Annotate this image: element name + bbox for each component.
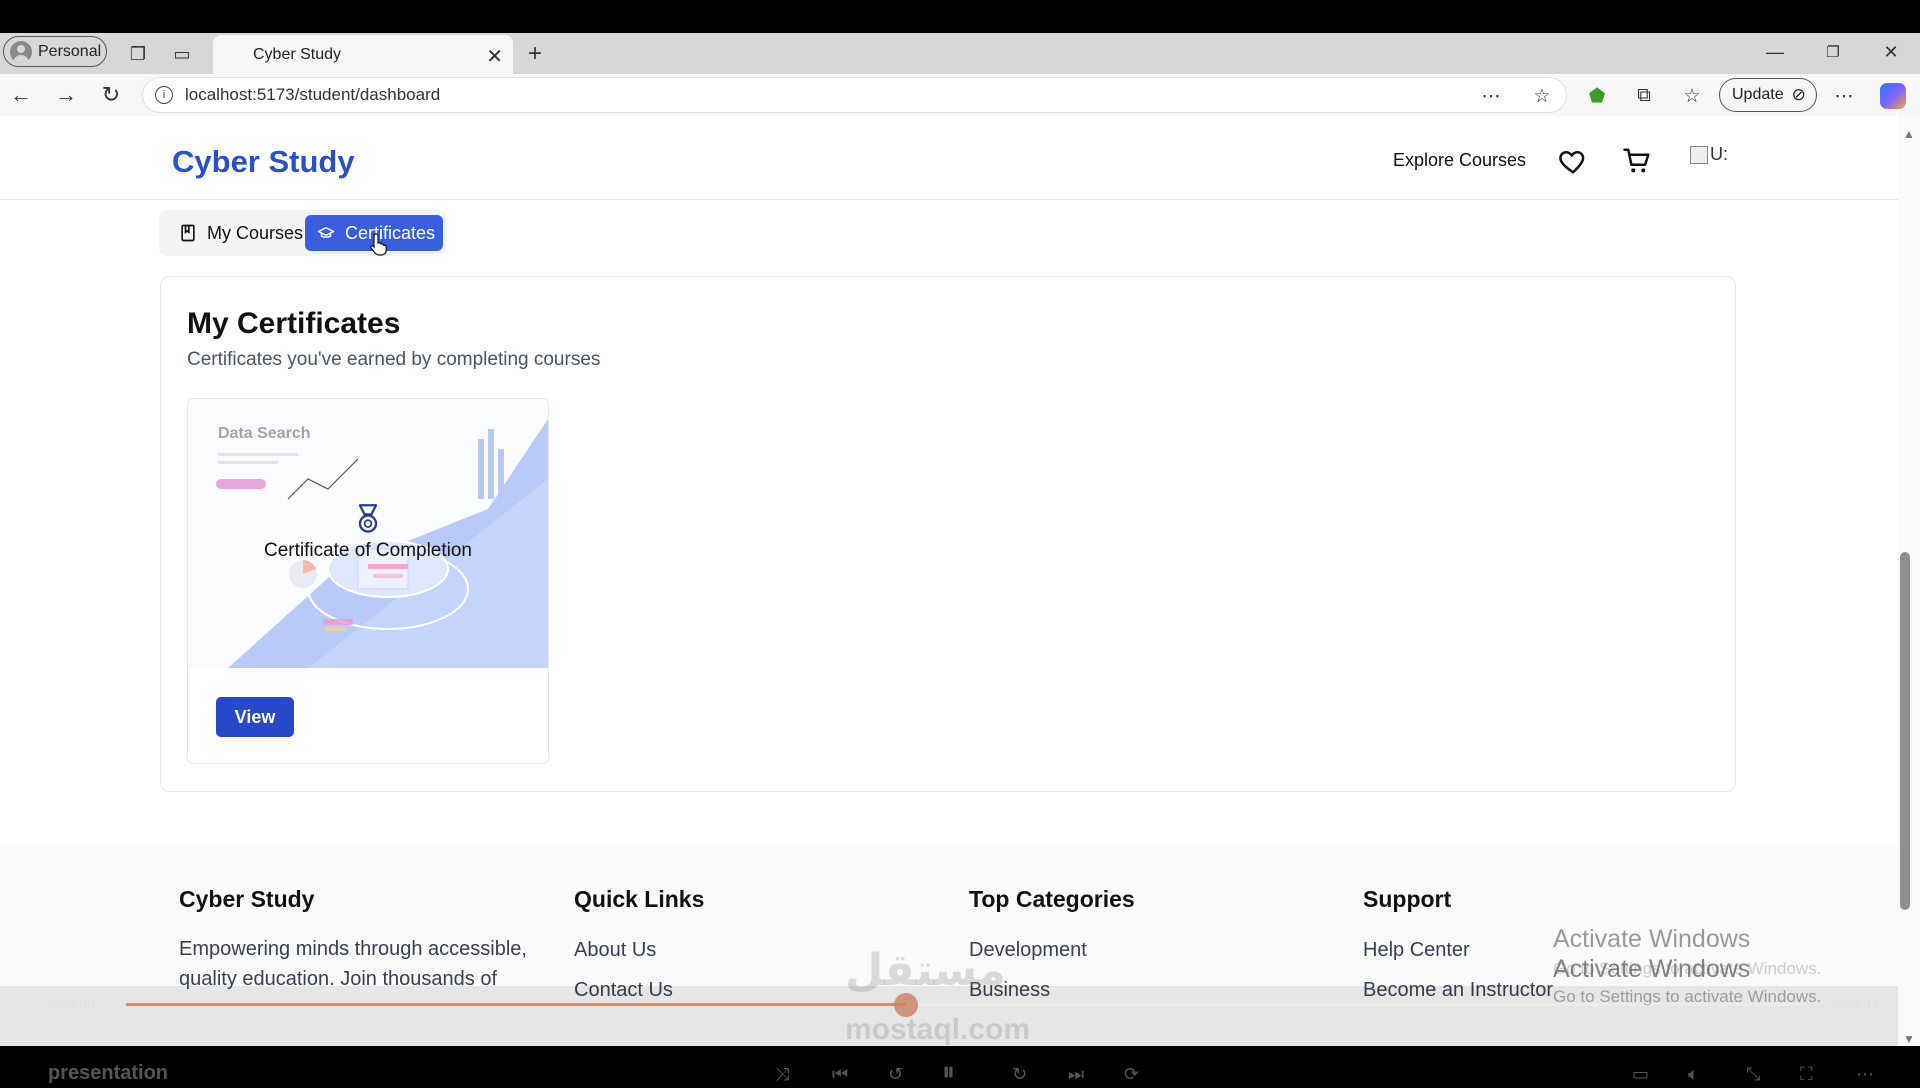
fullscreen-icon[interactable]: ⛶	[1800, 1064, 1813, 1085]
profile-button[interactable]: Personal	[3, 36, 107, 67]
restore-icon[interactable]: ❐	[1813, 37, 1853, 67]
footer-link-about-us[interactable]: About Us	[574, 939, 656, 962]
extension-shield-icon[interactable]: ⬟	[1583, 82, 1611, 110]
graduation-cap-icon	[317, 227, 335, 238]
page-viewport: Cyber Study Explore Courses U: My Course…	[0, 116, 1898, 1046]
site-header: Cyber Study Explore Courses U:	[0, 116, 1898, 200]
explore-courses-link[interactable]: Explore Courses	[1393, 150, 1526, 171]
footer-categories-title: Top Categories	[969, 886, 1135, 912]
close-window-icon[interactable]: ✕	[1871, 37, 1911, 67]
video-time-total: 0:03:37	[1832, 996, 1879, 1012]
browser-address-bar: ← → ↻ i localhost:5173/student/dashboard…	[0, 74, 1920, 116]
previous-icon[interactable]: ⏮	[832, 1064, 848, 1085]
tab-my-courses-label: My Courses	[207, 222, 304, 243]
video-time-elapsed: 0:03:09	[48, 996, 95, 1012]
site-info-icon[interactable]: i	[155, 86, 173, 104]
forward-icon[interactable]: →	[51, 80, 81, 110]
activate-windows-title: Activate Windows	[1553, 925, 1751, 953]
video-title: presentation	[48, 1062, 169, 1084]
profile-avatar-icon	[10, 40, 32, 63]
thumbnail-heading: Data Search	[218, 425, 311, 442]
copilot-icon[interactable]	[1880, 83, 1906, 109]
tab-actions-icon[interactable]: ▭	[169, 41, 195, 67]
video-progress-fill	[126, 1003, 906, 1006]
more-player-options-icon[interactable]: ⋯	[1856, 1064, 1874, 1085]
wishlist-heart-icon[interactable]	[1558, 146, 1588, 176]
cart-icon[interactable]	[1622, 146, 1652, 176]
user-avatar-alt: U:	[1710, 144, 1728, 164]
footer-link-help-center[interactable]: Help Center	[1363, 939, 1470, 962]
close-tab-icon[interactable]: ✕	[486, 44, 503, 69]
footer-quick-links-title: Quick Links	[574, 886, 705, 912]
profile-label: Personal	[38, 42, 102, 60]
extensions-icon[interactable]: ⧉	[1630, 82, 1658, 110]
tab-my-courses[interactable]: My Courses	[172, 215, 309, 251]
volume-icon[interactable]: 🔈︎	[1688, 1064, 1699, 1085]
medal-icon	[358, 504, 378, 533]
more-options-icon[interactable]: ⋯	[1830, 82, 1858, 110]
shuffle-icon[interactable]: ⤨	[775, 1064, 789, 1085]
site-logo[interactable]: Cyber Study	[172, 144, 355, 180]
miniplayer-icon[interactable]: ⤡	[1746, 1064, 1760, 1085]
browser-tab-title: Cyber Study	[253, 45, 342, 63]
url-text: localhost:5173/student/dashboard	[185, 85, 441, 104]
tab-certificates-label: Certificates	[345, 222, 436, 243]
dashboard-tabs: My Courses Certificates	[159, 210, 447, 256]
scrollbar-thumb[interactable]	[1900, 552, 1910, 910]
page-title: My Certificates	[187, 307, 401, 340]
video-progress-knob[interactable]	[894, 993, 918, 1017]
next-icon[interactable]: ⏭	[1068, 1064, 1084, 1085]
footer-support-title: Support	[1363, 886, 1452, 912]
view-certificate-button[interactable]: View	[216, 697, 294, 737]
footer-brand-title: Cyber Study	[179, 886, 315, 912]
mouse-pointer-hand-icon	[370, 233, 387, 256]
update-label: Update	[1732, 86, 1784, 103]
page-subtitle: Certificates you've earned by completing…	[187, 349, 601, 370]
favorites-icon[interactable]: ☆	[1678, 82, 1706, 110]
forward-skip-icon[interactable]: ↻	[1012, 1064, 1027, 1085]
pause-icon[interactable]: ⏸	[942, 1056, 955, 1088]
rewind-icon[interactable]: ↺	[888, 1064, 903, 1085]
video-watermark-logo: مستقل	[845, 946, 1006, 995]
minimize-icon[interactable]: —	[1755, 37, 1795, 67]
new-tab-icon[interactable]: +	[522, 40, 548, 67]
certificate-title: Certificate of Completion	[263, 540, 473, 561]
read-aloud-icon[interactable]: ⋯	[1477, 82, 1505, 110]
refresh-icon[interactable]: ↻	[96, 80, 126, 110]
screen-top-bar	[0, 0, 1920, 33]
footer-brand-text-line1: Empowering minds through accessible,	[179, 938, 527, 960]
url-field[interactable]: i localhost:5173/student/dashboard	[142, 77, 1567, 113]
update-status-icon: ⊘	[1791, 85, 1806, 104]
update-button[interactable]: Update ⊘	[1719, 78, 1817, 112]
video-watermark: mostaql.com	[845, 1013, 1031, 1046]
back-icon[interactable]: ←	[6, 80, 36, 110]
favorite-star-icon[interactable]: ☆	[1528, 82, 1556, 110]
workspaces-icon[interactable]: ❐	[125, 41, 151, 67]
subtitles-icon[interactable]: ▭	[1632, 1064, 1649, 1085]
browser-tab-active[interactable]: Cyber Study ✕	[213, 35, 513, 74]
browser-tab-bar: Personal ❐ ▭ Cyber Study ✕ + — ❐ ✕	[0, 33, 1920, 74]
user-avatar[interactable]: U:	[1690, 144, 1728, 165]
activate-windows-title-secondary: Activate Windows	[1553, 955, 1751, 983]
repeat-icon[interactable]: ⟳	[1124, 1064, 1139, 1085]
book-icon	[181, 224, 195, 242]
certificates-panel: My Certificates Certificates you've earn…	[160, 276, 1736, 792]
certificate-thumbnail: Data Search Certificate of Completion	[188, 399, 548, 668]
scroll-up-icon[interactable]: ▲	[1898, 124, 1920, 144]
broken-image-icon	[1690, 145, 1708, 164]
certificate-card: Data Search Certificate of Completion Vi…	[187, 398, 549, 764]
